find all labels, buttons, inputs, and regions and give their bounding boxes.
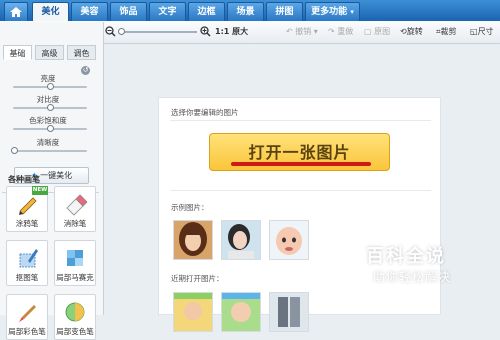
tab-accessories[interactable]: 饰品 [110,2,147,21]
tool-label: 局部变色笔 [56,327,94,336]
select-image-prompt: 选择你要编辑的图片 [171,108,239,117]
tab-text[interactable]: 文字 [149,2,186,21]
baby-photo-icon [270,221,308,259]
dropdown-arrow-icon: ▾ [350,8,354,16]
brightness-slider-handle[interactable] [47,83,54,90]
undo-button[interactable]: ↶ 撤销 ▾ [286,26,318,37]
new-badge: NEW [32,186,48,195]
divider [170,120,431,121]
zoom-out-icon[interactable] [105,26,116,37]
crop-label: 裁剪 [440,27,457,36]
eraser-icon [66,194,88,216]
top-tab-bar: 美化 美容 饰品 文字 边框 场景 拼图 更多功能 ▾ [0,0,500,21]
tool-label: 局部彩色笔 [8,327,46,336]
tool-label: 消除笔 [63,219,87,228]
highlight-underline [231,162,371,166]
redo-icon: ↷ [328,27,335,36]
original-image-label: 原图 [374,27,391,36]
portrait-photo-icon [222,221,260,259]
divider [170,190,431,191]
subtab-advanced[interactable]: 高级 [35,45,64,60]
photo-thumbnail-icon [174,293,212,331]
portrait-photo-icon [174,221,212,259]
tab-scene[interactable]: 场景 [227,2,264,21]
photo-thumbnail-icon [222,293,260,331]
tool-cutout-pen[interactable]: 抠图笔 [6,240,48,286]
tab-collage[interactable]: 拼图 [266,2,303,21]
recent-image[interactable] [221,292,261,332]
auto-beautify-label: 一键美化 [40,171,73,180]
subtab-basic[interactable]: 基础 [3,45,32,60]
example-image[interactable] [173,220,213,260]
tab-frame[interactable]: 边框 [188,2,225,21]
tool-color-brush[interactable]: 局部彩色笔 [6,294,48,340]
zoom-slider-track[interactable] [121,31,197,33]
rotate-label: 旋转 [406,27,423,36]
example-image[interactable] [269,220,309,260]
color-brush-icon [19,305,36,322]
more-features-menu[interactable]: 更多功能 ▾ [305,2,360,21]
watermark-subtitle: 助你轻松解决 [373,270,452,284]
recent-image[interactable] [269,292,309,332]
zoom-in-icon[interactable] [200,26,211,37]
rotate-icon: ⟲ [400,27,407,36]
tab-beauty[interactable]: 美容 [71,2,108,21]
resize-button[interactable]: ◱尺寸 [470,26,494,37]
redo-label: 重做 [337,27,354,36]
mosaic-icon [67,250,83,266]
redo-button[interactable]: ↷ 重做 [328,26,353,37]
rotate-button[interactable]: ⟲旋转 [400,26,423,37]
tool-label: 涂鸦笔 [15,219,39,228]
left-panel: 基础 高级 调色 ↺ 亮度 对比度 色彩饱和度 清晰度 ✦ 一键美化 各种画笔 … [0,22,104,340]
sharpness-slider[interactable] [13,150,87,152]
home-tab[interactable] [4,2,28,21]
more-features-label: 更多功能 [311,7,348,17]
home-icon [10,7,22,17]
watermark-title: 百科全说 [366,246,446,267]
resize-icon: ◱ [470,27,478,36]
tool-doodle-pen[interactable]: NEW 涂鸦笔 [6,186,48,232]
original-image-button[interactable]: ▢ 原图 [364,26,390,37]
sharpness-slider-handle[interactable] [11,147,18,154]
tool-eraser-pen[interactable]: 消除笔 [54,186,96,232]
tool-label: 局部马赛克 [56,273,94,282]
original-image-icon: ▢ [364,27,372,36]
contrast-slider-handle[interactable] [47,104,54,111]
zoom-slider-handle[interactable] [118,28,125,35]
tool-mosaic[interactable]: 局部马赛克 [54,240,96,286]
brush-section-title: 各种画笔 [8,175,40,184]
recent-image[interactable] [173,292,213,332]
example-images-label: 示例图片： [171,203,209,212]
crop-button[interactable]: ⌗裁剪 [436,26,457,37]
resize-label: 尺寸 [477,27,494,36]
actual-size-button[interactable]: 1:1 原大 [215,26,248,37]
tab-beautify[interactable]: 美化 [32,2,69,21]
cutout-pen-icon [19,249,38,268]
color-change-icon [65,302,85,322]
undo-label: 撤销 [295,27,312,36]
tool-color-change[interactable]: 局部变色笔 [54,294,96,340]
photo-thumbnail-icon [270,293,308,331]
recent-images-label: 近期打开图片： [171,274,224,283]
tool-label: 抠图笔 [15,273,39,282]
saturation-slider-handle[interactable] [47,125,54,132]
undo-icon: ↶ [286,27,293,36]
subtab-color[interactable]: 调色 [67,45,96,60]
example-image[interactable] [221,220,261,260]
